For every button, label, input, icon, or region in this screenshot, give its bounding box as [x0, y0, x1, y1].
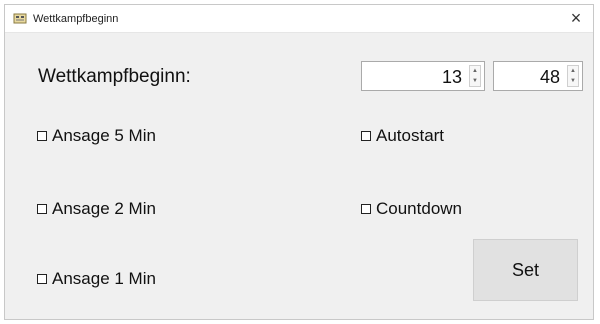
checkbox-autostart[interactable]: Autostart [361, 125, 444, 147]
minute-spinner-arrows[interactable]: ▲ ▼ [567, 65, 579, 87]
chevron-up-icon[interactable]: ▲ [568, 66, 578, 76]
checkbox-icon[interactable] [37, 204, 47, 214]
hour-spinner-arrows[interactable]: ▲ ▼ [469, 65, 481, 87]
title-bar: Wettkampfbeginn × [5, 5, 593, 33]
checkbox-ansage-5-min[interactable]: Ansage 5 Min [37, 125, 156, 147]
close-icon[interactable]: × [565, 7, 587, 29]
checkbox-icon[interactable] [37, 274, 47, 284]
checkbox-ansage-2-min[interactable]: Ansage 2 Min [37, 198, 156, 220]
checkbox-icon[interactable] [37, 131, 47, 141]
chevron-down-icon[interactable]: ▼ [568, 76, 578, 86]
start-time-label: Wettkampfbeginn: [38, 66, 191, 87]
window-title: Wettkampfbeginn [33, 13, 119, 25]
dialog-window: Wettkampfbeginn × Wettkampfbeginn: 13 ▲ … [4, 4, 594, 320]
checkbox-countdown[interactable]: Countdown [361, 198, 462, 220]
minute-spinner[interactable]: 48 ▲ ▼ [493, 61, 583, 91]
checkbox-ansage-1-min[interactable]: Ansage 1 Min [37, 268, 156, 290]
chevron-up-icon[interactable]: ▲ [470, 66, 480, 76]
checkbox-icon[interactable] [361, 204, 371, 214]
chevron-down-icon[interactable]: ▼ [470, 76, 480, 86]
checkbox-label[interactable]: Ansage 2 Min [52, 198, 156, 220]
checkbox-label[interactable]: Countdown [376, 198, 462, 220]
hour-value[interactable]: 13 [442, 66, 462, 88]
checkbox-label[interactable]: Ansage 5 Min [52, 125, 156, 147]
set-button[interactable]: Set [473, 239, 578, 301]
hour-spinner[interactable]: 13 ▲ ▼ [361, 61, 485, 91]
checkbox-label[interactable]: Ansage 1 Min [52, 268, 156, 290]
checkbox-icon[interactable] [361, 131, 371, 141]
minute-value[interactable]: 48 [540, 66, 560, 88]
checkbox-label[interactable]: Autostart [376, 125, 444, 147]
app-icon [13, 12, 27, 25]
